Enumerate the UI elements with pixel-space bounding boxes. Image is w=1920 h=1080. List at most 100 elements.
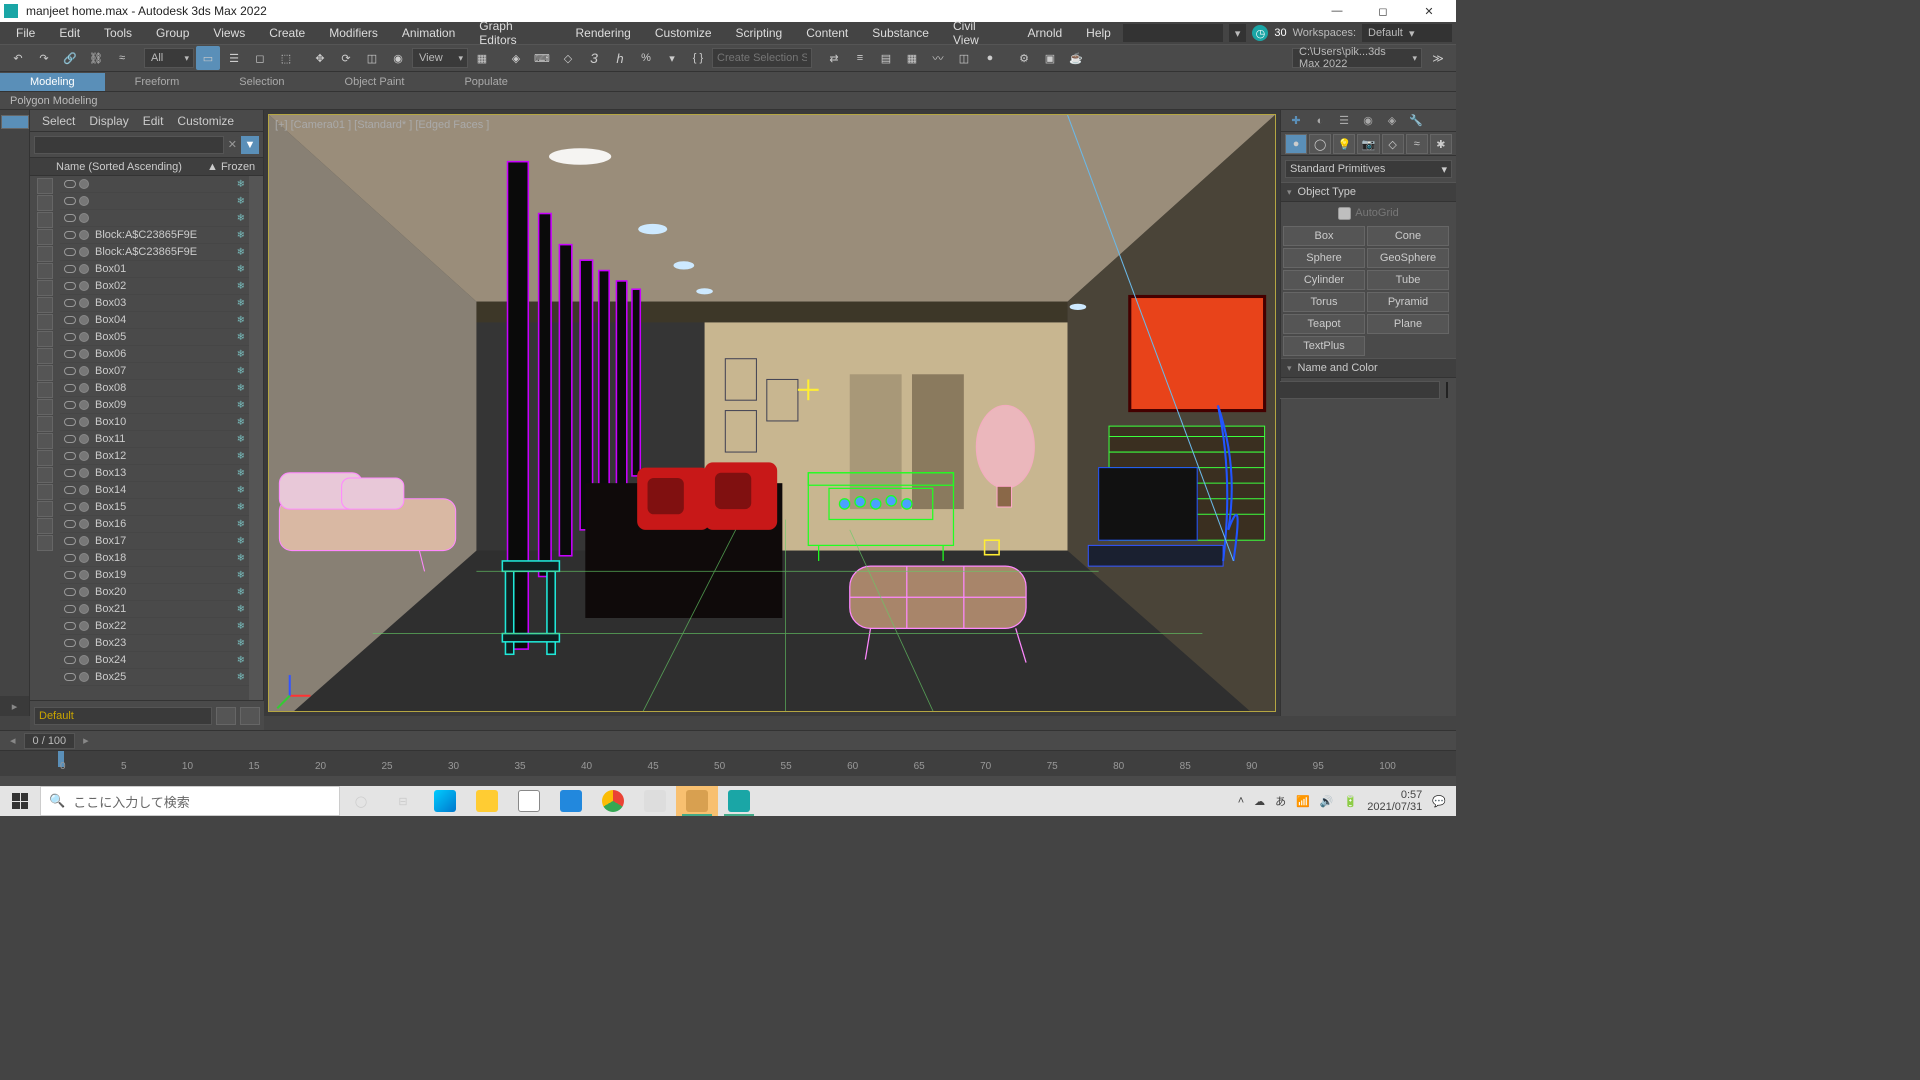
- list-item[interactable]: Box06❄: [60, 346, 249, 363]
- create-torus-button[interactable]: Torus: [1283, 292, 1365, 312]
- list-item[interactable]: Box02❄: [60, 278, 249, 295]
- time-nav-right[interactable]: ▸: [83, 734, 89, 747]
- toolbar-overflow-button[interactable]: ≫: [1426, 46, 1450, 70]
- category-dropdown[interactable]: Standard Primitives: [1285, 160, 1452, 178]
- freeze-icon[interactable]: [79, 502, 89, 512]
- utilities-panel-icon[interactable]: 🔧: [1407, 112, 1425, 130]
- workspace-dropdown[interactable]: Default ▾: [1362, 24, 1452, 42]
- freeze-icon[interactable]: [79, 468, 89, 478]
- ribbon-tab-selection[interactable]: Selection: [209, 73, 314, 91]
- tray-clock[interactable]: 0:57 2021/07/31: [1367, 789, 1422, 813]
- freeze-icon[interactable]: [79, 315, 89, 325]
- freeze-icon[interactable]: [79, 349, 89, 359]
- visibility-icon[interactable]: [64, 350, 76, 358]
- freeze-icon[interactable]: [79, 247, 89, 257]
- explorer-col-frozen[interactable]: ▲ Frozen: [207, 161, 259, 173]
- freeze-icon[interactable]: [79, 672, 89, 682]
- layer-btn-1[interactable]: [216, 707, 236, 725]
- create-sphere-button[interactable]: Sphere: [1283, 248, 1365, 268]
- taskbar-app-3dsmax[interactable]: [718, 786, 760, 816]
- maximize-button[interactable]: ◻: [1360, 0, 1406, 22]
- visibility-icon[interactable]: [64, 571, 76, 579]
- create-plane-button[interactable]: Plane: [1367, 314, 1449, 334]
- create-panel-icon[interactable]: ✚: [1287, 112, 1305, 130]
- list-item[interactable]: Box24❄: [60, 652, 249, 669]
- lights-tab[interactable]: 💡: [1333, 134, 1355, 154]
- window-crossing-button[interactable]: ⬚: [274, 46, 298, 70]
- list-item[interactable]: Block:A$C23865F9E❄: [60, 244, 249, 261]
- time-nav-left[interactable]: ◂: [10, 734, 16, 747]
- autosave-dropdown[interactable]: ▾: [1229, 24, 1247, 42]
- list-item[interactable]: Box04❄: [60, 312, 249, 329]
- menu-content[interactable]: Content: [794, 23, 860, 43]
- display-panel-icon[interactable]: ◈: [1383, 112, 1401, 130]
- menu-substance[interactable]: Substance: [860, 23, 941, 43]
- menu-customize[interactable]: Customize: [643, 23, 724, 43]
- list-item[interactable]: ❄: [60, 193, 249, 210]
- timeline[interactable]: 0510152025303540455055606570758085909510…: [0, 750, 1456, 776]
- taskbar-app-store[interactable]: [508, 786, 550, 816]
- viewport-label[interactable]: [+] [Camera01 ] [Standard* ] [Edged Face…: [275, 119, 489, 131]
- frame-counter[interactable]: 0 / 100: [24, 733, 76, 749]
- visibility-icon[interactable]: [64, 299, 76, 307]
- edit-selection-button[interactable]: ▾: [660, 46, 684, 70]
- percent-snap-button[interactable]: h: [608, 46, 632, 70]
- visibility-icon[interactable]: [64, 435, 76, 443]
- tray-wifi-icon[interactable]: 📶: [1296, 795, 1310, 808]
- explorer-filter-button[interactable]: ▼: [241, 136, 259, 154]
- redo-button[interactable]: ↷: [32, 46, 56, 70]
- freeze-icon[interactable]: [79, 383, 89, 393]
- spinner-snap-button[interactable]: %: [634, 46, 658, 70]
- manipulate-button[interactable]: ◈: [504, 46, 528, 70]
- explorer-list[interactable]: ❄❄❄Block:A$C23865F9E❄Block:A$C23865F9E❄B…: [60, 176, 249, 702]
- minimize-button[interactable]: ―: [1314, 0, 1360, 22]
- freeze-icon[interactable]: [79, 587, 89, 597]
- list-item[interactable]: Block:A$C23865F9E❄: [60, 227, 249, 244]
- taskbar-app-edge[interactable]: [424, 786, 466, 816]
- list-item[interactable]: Box19❄: [60, 567, 249, 584]
- menu-views[interactable]: Views: [201, 23, 257, 43]
- visibility-icon[interactable]: [64, 214, 76, 222]
- create-geosphere-button[interactable]: GeoSphere: [1367, 248, 1449, 268]
- list-item[interactable]: Box23❄: [60, 635, 249, 652]
- strip-btn-1[interactable]: [1, 115, 29, 129]
- taskbar-app-generic1[interactable]: [634, 786, 676, 816]
- menu-scripting[interactable]: Scripting: [724, 23, 795, 43]
- visibility-icon[interactable]: [64, 469, 76, 477]
- filter-icon[interactable]: [37, 467, 53, 483]
- freeze-icon[interactable]: [79, 264, 89, 274]
- unlink-button[interactable]: ⛓: [84, 46, 108, 70]
- ribbon-tab-populate[interactable]: Populate: [434, 73, 537, 91]
- visibility-icon[interactable]: [64, 384, 76, 392]
- menu-file[interactable]: File: [4, 23, 47, 43]
- list-item[interactable]: Box10❄: [60, 414, 249, 431]
- explorer-vscroll[interactable]: [249, 176, 263, 702]
- geometry-tab[interactable]: ●: [1285, 134, 1307, 154]
- filter-icon[interactable]: [37, 280, 53, 296]
- cortana-button[interactable]: ⊟: [382, 786, 424, 816]
- undo-button[interactable]: ↶: [6, 46, 30, 70]
- list-item[interactable]: Box18❄: [60, 550, 249, 567]
- autogrid-checkbox[interactable]: [1338, 207, 1351, 220]
- menu-rendering[interactable]: Rendering: [563, 23, 642, 43]
- close-button[interactable]: ✕: [1406, 0, 1452, 22]
- list-item[interactable]: Box17❄: [60, 533, 249, 550]
- object-name-input[interactable]: [1261, 381, 1440, 399]
- list-item[interactable]: Box01❄: [60, 261, 249, 278]
- freeze-icon[interactable]: [79, 196, 89, 206]
- filter-icon[interactable]: [37, 314, 53, 330]
- freeze-icon[interactable]: [79, 332, 89, 342]
- list-item[interactable]: Box14❄: [60, 482, 249, 499]
- selection-set-input[interactable]: [712, 48, 812, 68]
- menu-arnold[interactable]: Arnold: [1015, 23, 1074, 43]
- list-item[interactable]: Box15❄: [60, 499, 249, 516]
- helpers-tab[interactable]: ◇: [1382, 134, 1404, 154]
- visibility-icon[interactable]: [64, 605, 76, 613]
- list-item[interactable]: Box13❄: [60, 465, 249, 482]
- filter-icon[interactable]: [37, 229, 53, 245]
- rect-region-button[interactable]: ◻: [248, 46, 272, 70]
- filter-icon[interactable]: [37, 416, 53, 432]
- ref-coord-dropdown[interactable]: View: [412, 48, 468, 68]
- list-item[interactable]: Box25❄: [60, 669, 249, 686]
- visibility-icon[interactable]: [64, 367, 76, 375]
